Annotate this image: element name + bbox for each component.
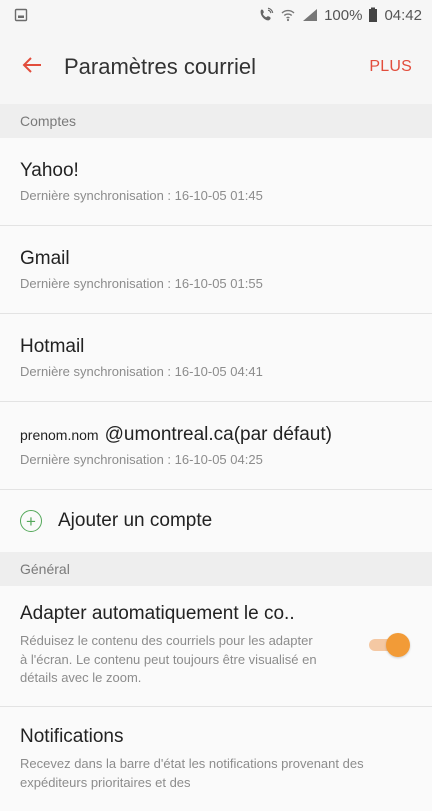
plus-circle-icon: + (20, 510, 42, 532)
account-item-gmail[interactable]: Gmail Dernière synchronisation : 16-10-0… (0, 226, 432, 314)
arrow-left-icon (21, 54, 43, 81)
app-bar: Paramètres courriel PLUS (0, 30, 432, 104)
page-title: Paramètres courriel (64, 54, 256, 79)
account-domain: @umontreal.ca(par défaut) (104, 424, 332, 446)
auto-fit-text: Adapter automatiquement le co.. Réduisez… (20, 602, 320, 688)
account-title: Yahoo! (20, 160, 79, 182)
auto-fit-toggle[interactable] (366, 631, 412, 659)
auto-fit-description: Réduisez le contenu des courriels pour l… (20, 632, 317, 686)
account-sync-status: Dernière synchronisation : 16-10-05 01:4… (20, 187, 263, 203)
more-button[interactable]: PLUS (369, 58, 412, 76)
account-sync-status: Dernière synchronisation : 16-10-05 04:4… (20, 363, 263, 379)
account-title: Hotmail (20, 336, 85, 358)
battery-icon (368, 7, 378, 23)
wifi-icon (280, 8, 296, 22)
account-item-hotmail[interactable]: Hotmail Dernière synchronisation : 16-10… (0, 314, 432, 402)
image-icon (14, 8, 28, 22)
auto-fit-row: Adapter automatiquement le co.. Réduisez… (20, 602, 412, 688)
add-account-label: Ajouter un compte (58, 510, 213, 531)
accounts-list: Yahoo! Dernière synchronisation : 16-10-… (0, 138, 432, 552)
account-item-yahoo[interactable]: Yahoo! Dernière synchronisation : 16-10-… (0, 138, 432, 226)
back-button[interactable] (18, 53, 46, 81)
status-icons: 100% 04:42 (258, 7, 422, 24)
account-title: Gmail (20, 248, 70, 270)
account-sync-status: Dernière synchronisation : 16-10-05 04:2… (20, 451, 263, 467)
primary-account-title: prenom.nom @umontreal.ca(par défaut) (20, 424, 412, 447)
accounts-section-header: Comptes (0, 104, 432, 138)
auto-fit-title: Adapter automatiquement le co.. (20, 603, 295, 624)
phone-wifi-icon (258, 7, 274, 23)
status-bar: 100% 04:42 (0, 0, 432, 30)
account-sync-status: Dernière synchronisation : 16-10-05 01:5… (20, 275, 263, 291)
account-name-prefix: prenom.nom (20, 427, 99, 444)
notifications-title: Notifications (20, 726, 124, 748)
account-item-primary[interactable]: prenom.nom @umontreal.ca(par défaut) Der… (0, 402, 432, 490)
clock: 04:42 (384, 6, 422, 24)
signal-icon (302, 8, 318, 22)
auto-fit-content-setting[interactable]: Adapter automatiquement le co.. Réduisez… (0, 586, 432, 708)
toggle-thumb (386, 633, 410, 658)
battery-percentage: 100% (324, 6, 363, 24)
general-section-header: Général (0, 552, 432, 586)
notifications-description: Recevez dans la barre d'état les notific… (20, 756, 364, 790)
notifications-setting[interactable]: Notifications Recevez dans la barre d'ét… (0, 707, 432, 811)
general-list: Adapter automatiquement le co.. Réduisez… (0, 586, 432, 811)
add-account-button[interactable]: + Ajouter un compte (0, 490, 432, 552)
